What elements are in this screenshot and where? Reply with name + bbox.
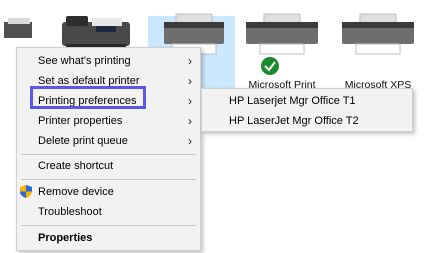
menu-item-label: Troubleshoot: [38, 206, 102, 218]
menu-item-see-whats-printing[interactable]: See what's printing ›: [17, 51, 200, 71]
printer-icon: [246, 13, 318, 55]
submenu-item-label: HP LaserJet Mgr Office T2: [229, 115, 359, 127]
menu-item-properties[interactable]: Properties: [17, 228, 200, 248]
menu-item-label: Create shortcut: [38, 160, 114, 172]
submenu-item-hp-office-t2[interactable]: HP LaserJet Mgr Office T2: [202, 111, 412, 131]
shield-icon: [20, 185, 32, 198]
menu-item-printer-properties[interactable]: Printer properties ›: [17, 111, 200, 131]
printer-icon: [342, 13, 414, 55]
chevron-right-icon: ›: [188, 134, 192, 148]
chevron-right-icon: ›: [188, 74, 192, 88]
chevron-right-icon: ›: [188, 94, 192, 108]
menu-item-troubleshoot[interactable]: Troubleshoot: [17, 202, 200, 222]
printing-preferences-submenu: HP Laserjet Mgr Office T1 HP LaserJet Mg…: [201, 88, 413, 132]
printing-preferences-highlight: [30, 86, 146, 109]
chevron-right-icon: ›: [188, 114, 192, 128]
menu-item-delete-print-queue[interactable]: Delete print queue ›: [17, 131, 200, 151]
menu-item-label: Properties: [38, 232, 93, 244]
device-tile-microsoft-xps[interactable]: Microsoft XPS: [334, 0, 422, 91]
menu-item-label: Delete print queue: [38, 135, 128, 147]
device-tile-microsoft-print[interactable]: Microsoft Print: [238, 0, 326, 91]
menu-item-label: Remove device: [38, 186, 114, 198]
menu-item-label: See what's printing: [38, 55, 131, 67]
menu-item-label: Printer properties: [38, 115, 123, 127]
menu-separator: [21, 154, 196, 155]
menu-separator: [21, 179, 196, 180]
green-check-icon: [261, 57, 279, 75]
chevron-right-icon: ›: [188, 54, 192, 68]
submenu-item-label: HP Laserjet Mgr Office T1: [229, 95, 356, 107]
menu-separator: [21, 225, 196, 226]
menu-item-remove-device[interactable]: Remove device: [17, 182, 200, 202]
menu-item-create-shortcut[interactable]: Create shortcut: [17, 156, 200, 176]
context-menu: See what's printing › Set as default pri…: [16, 47, 201, 251]
submenu-item-hp-office-t1[interactable]: HP Laserjet Mgr Office T1: [202, 91, 412, 111]
